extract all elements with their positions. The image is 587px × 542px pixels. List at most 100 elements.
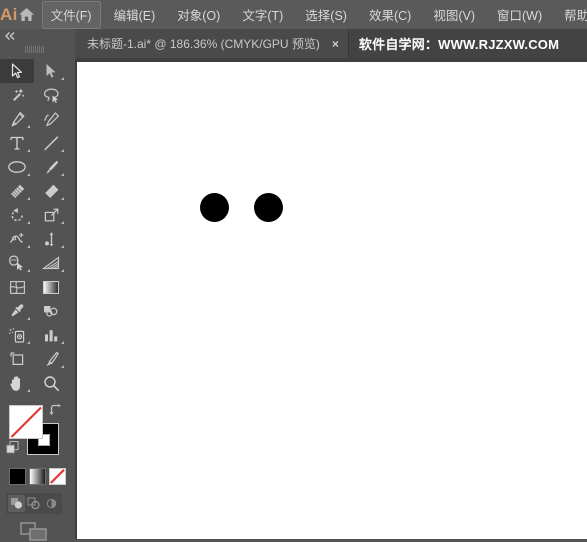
menu-item-select[interactable]: 选择(S) bbox=[297, 2, 355, 28]
tool-flyout-indicator bbox=[27, 389, 30, 392]
tool-flyout-indicator bbox=[27, 341, 30, 344]
tool-flyout-indicator bbox=[27, 125, 30, 128]
default-fill-stroke-icon[interactable] bbox=[6, 441, 19, 454]
eraser-tool[interactable] bbox=[34, 179, 68, 203]
color-mode-buttons bbox=[0, 463, 68, 485]
tool-flyout-indicator bbox=[27, 149, 30, 152]
gradient-tool[interactable] bbox=[34, 275, 68, 299]
tool-row bbox=[0, 203, 68, 227]
menu-item-help[interactable]: 帮助(H) bbox=[556, 2, 587, 28]
tool-row bbox=[0, 107, 68, 131]
menu-item-window[interactable]: 窗口(W) bbox=[489, 2, 550, 28]
draw-inside-button[interactable] bbox=[43, 495, 60, 512]
document-tab[interactable]: 未标题-1.ai* @ 186.36% (CMYK/GPU 预览) × bbox=[75, 29, 349, 58]
home-icon[interactable] bbox=[18, 7, 35, 22]
ellipse-tool[interactable] bbox=[0, 155, 34, 179]
none-swatch-button[interactable] bbox=[49, 468, 66, 485]
tool-row bbox=[0, 131, 68, 155]
tool-flyout-indicator bbox=[27, 197, 30, 200]
tool-flyout-indicator bbox=[61, 173, 64, 176]
none-slash-icon bbox=[50, 469, 65, 484]
color-swatch-button[interactable] bbox=[9, 468, 26, 485]
draw-mode-buttons bbox=[6, 493, 62, 514]
tool-row bbox=[0, 275, 68, 299]
magic-wand-tool[interactable] bbox=[0, 83, 34, 107]
none-slash-icon bbox=[10, 406, 42, 438]
draw-normal-button[interactable] bbox=[8, 495, 26, 512]
illustrator-window: Ai 文件(F) 编辑(E) 对象(O) 文字(T) 选择(S) 效果(C) 视… bbox=[0, 0, 587, 542]
tool-flyout-indicator bbox=[61, 245, 64, 248]
circle-shape-right[interactable] bbox=[254, 193, 283, 222]
tool-row bbox=[0, 371, 68, 395]
eyedropper-tool[interactable] bbox=[0, 299, 34, 323]
menu-item-type[interactable]: 文字(T) bbox=[234, 2, 291, 28]
collapse-panel-button[interactable] bbox=[0, 29, 68, 43]
direct-selection-tool[interactable] bbox=[34, 59, 68, 83]
swap-fill-stroke-icon[interactable] bbox=[49, 404, 62, 416]
draw-behind-button[interactable] bbox=[25, 495, 42, 512]
fill-swatch[interactable] bbox=[9, 405, 43, 439]
tool-row bbox=[0, 155, 68, 179]
tool-row bbox=[0, 59, 68, 83]
gradient-swatch-button[interactable] bbox=[29, 468, 46, 485]
watermark-text: 软件自学网：WWW.RJZXW.COM bbox=[358, 37, 560, 52]
tool-flyout-indicator bbox=[27, 221, 30, 224]
hand-tool[interactable] bbox=[0, 371, 34, 395]
tool-row bbox=[0, 299, 68, 323]
shape-builder-tool[interactable] bbox=[0, 251, 34, 275]
tool-row bbox=[0, 83, 68, 107]
document-tab-bar: 未标题-1.ai* @ 186.36% (CMYK/GPU 预览) × 软件自学… bbox=[75, 29, 587, 58]
tool-row bbox=[0, 347, 68, 371]
tool-flyout-indicator bbox=[61, 269, 64, 272]
perspective-grid-tool[interactable] bbox=[34, 251, 68, 275]
close-icon[interactable]: × bbox=[332, 38, 339, 50]
type-tool[interactable] bbox=[0, 131, 34, 155]
tool-flyout-indicator bbox=[61, 149, 64, 152]
symbol-sprayer-tool[interactable] bbox=[0, 323, 34, 347]
scale-tool[interactable] bbox=[34, 203, 68, 227]
line-segment-tool[interactable] bbox=[34, 131, 68, 155]
tools-panel bbox=[0, 29, 68, 542]
menu-item-object[interactable]: 对象(O) bbox=[169, 2, 228, 28]
menu-item-file[interactable]: 文件(F) bbox=[41, 0, 101, 29]
tool-flyout-indicator bbox=[61, 221, 64, 224]
menu-bar: Ai 文件(F) 编辑(E) 对象(O) 文字(T) 选择(S) 效果(C) 视… bbox=[0, 0, 587, 29]
tool-row bbox=[0, 323, 68, 347]
circle-shape-left[interactable] bbox=[200, 193, 229, 222]
tool-flyout-indicator bbox=[61, 77, 64, 80]
paintbrush-tool[interactable] bbox=[34, 155, 68, 179]
tool-row bbox=[0, 179, 68, 203]
tool-grid bbox=[0, 55, 68, 395]
artboard-tool[interactable] bbox=[0, 347, 34, 371]
pencil-tool[interactable] bbox=[0, 179, 34, 203]
menu-item-effect[interactable]: 效果(C) bbox=[361, 2, 419, 28]
tool-flyout-indicator bbox=[27, 173, 30, 176]
tool-flyout-indicator bbox=[27, 317, 30, 320]
mesh-tool[interactable] bbox=[0, 275, 34, 299]
change-screen-mode-button[interactable] bbox=[0, 522, 68, 542]
document-canvas-area[interactable] bbox=[75, 58, 587, 539]
double-chevron-left-icon bbox=[5, 32, 15, 40]
tool-flyout-indicator bbox=[27, 269, 30, 272]
slice-tool[interactable] bbox=[34, 347, 68, 371]
free-transform-tool[interactable] bbox=[34, 227, 68, 251]
tool-flyout-indicator bbox=[61, 341, 64, 344]
lasso-tool[interactable] bbox=[34, 83, 68, 107]
menu-item-view[interactable]: 视图(V) bbox=[425, 2, 483, 28]
width-tool[interactable] bbox=[0, 227, 34, 251]
tool-flyout-indicator bbox=[27, 245, 30, 248]
column-graph-tool[interactable] bbox=[34, 323, 68, 347]
selection-tool[interactable] bbox=[0, 59, 34, 83]
document-tab-title: 未标题-1.ai* @ 186.36% (CMYK/GPU 预览) bbox=[87, 37, 320, 51]
blend-tool[interactable] bbox=[34, 299, 68, 323]
artboard[interactable] bbox=[77, 62, 587, 539]
tool-row bbox=[0, 227, 68, 251]
tool-flyout-indicator bbox=[61, 197, 64, 200]
curvature-tool[interactable] bbox=[34, 107, 68, 131]
pen-tool[interactable] bbox=[0, 107, 34, 131]
menu-item-list: 文件(F) 编辑(E) 对象(O) 文字(T) 选择(S) 效果(C) 视图(V… bbox=[41, 0, 587, 29]
rotate-tool[interactable] bbox=[0, 203, 34, 227]
menu-item-edit[interactable]: 编辑(E) bbox=[106, 2, 164, 28]
zoom-tool[interactable] bbox=[34, 371, 68, 395]
panel-drag-handle[interactable] bbox=[0, 43, 68, 55]
